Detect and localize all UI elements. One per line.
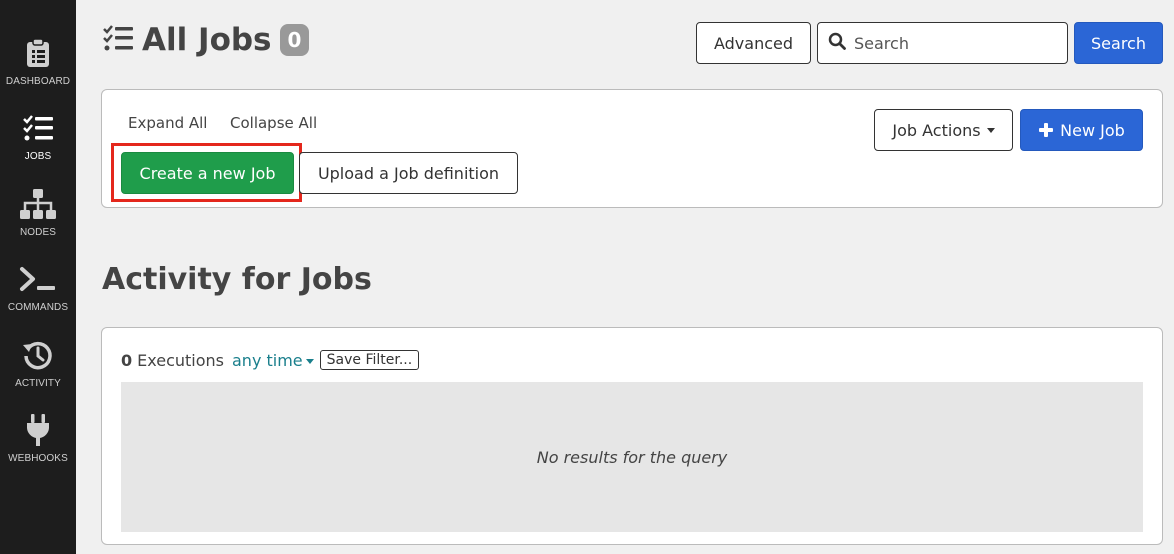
empty-results-message: No results for the query (536, 447, 728, 467)
clipboard-icon (0, 36, 76, 70)
save-filter-button[interactable]: Save Filter... (319, 350, 420, 370)
history-icon (0, 338, 76, 372)
caret-down-icon (305, 358, 314, 364)
sidebar-item-label: COMMANDS (7, 302, 69, 313)
sidebar-item-activity[interactable]: ACTIVITY (0, 338, 76, 408)
search-input[interactable] (854, 33, 1054, 53)
sidebar-item-commands[interactable]: COMMANDS (0, 262, 76, 332)
search-field[interactable] (817, 22, 1068, 64)
sidebar-item-label: ACTIVITY (15, 378, 61, 389)
new-job-label: New Job (1060, 120, 1125, 140)
new-job-button[interactable]: New Job (1020, 109, 1143, 151)
search-button[interactable]: Search (1074, 22, 1163, 64)
checklist-icon (102, 24, 134, 56)
job-actions-label: Job Actions (892, 120, 981, 140)
search-icon (828, 32, 846, 54)
sidebar-item-label: NODES (19, 227, 57, 238)
advanced-search-button[interactable]: Advanced (696, 22, 811, 64)
sidebar: DASHBOARD JOBS NODES COMMANDS ACTIVITY W… (0, 0, 76, 554)
checklist-icon (0, 111, 76, 145)
plug-icon (0, 413, 76, 447)
sidebar-item-jobs[interactable]: JOBS (0, 111, 76, 181)
collapse-all-link[interactable]: Collapse All (230, 114, 317, 132)
upload-job-button[interactable]: Upload a Job definition (299, 152, 518, 194)
expand-all-link[interactable]: Expand All (128, 114, 207, 132)
plus-icon (1038, 122, 1054, 138)
results-area: No results for the query (121, 382, 1143, 532)
sidebar-item-label: JOBS (24, 151, 52, 162)
sidebar-item-label: DASHBOARD (5, 76, 71, 87)
time-filter-label: any time (232, 350, 303, 370)
caret-down-icon (986, 127, 995, 133)
time-filter-dropdown[interactable]: any time (232, 351, 314, 370)
executions-label: Executions (137, 350, 224, 370)
page-title: All Jobs 0 (102, 20, 310, 60)
sidebar-item-webhooks[interactable]: WEBHOOKS (0, 413, 76, 483)
sidebar-item-label: WEBHOOKS (8, 453, 68, 464)
sitemap-icon (0, 187, 76, 221)
job-actions-dropdown[interactable]: Job Actions (874, 109, 1013, 151)
activity-section-title: Activity for Jobs (102, 262, 372, 297)
job-count-badge: 0 (279, 24, 310, 56)
page-title-text: All Jobs (142, 22, 272, 58)
sidebar-item-dashboard[interactable]: DASHBOARD (0, 36, 76, 106)
highlight-box (111, 143, 302, 202)
sidebar-item-nodes[interactable]: NODES (0, 187, 76, 257)
executions-count: 0 (121, 350, 133, 370)
executions-summary: 0 Executions any time Save Filter... (121, 350, 420, 370)
terminal-icon (0, 262, 76, 296)
